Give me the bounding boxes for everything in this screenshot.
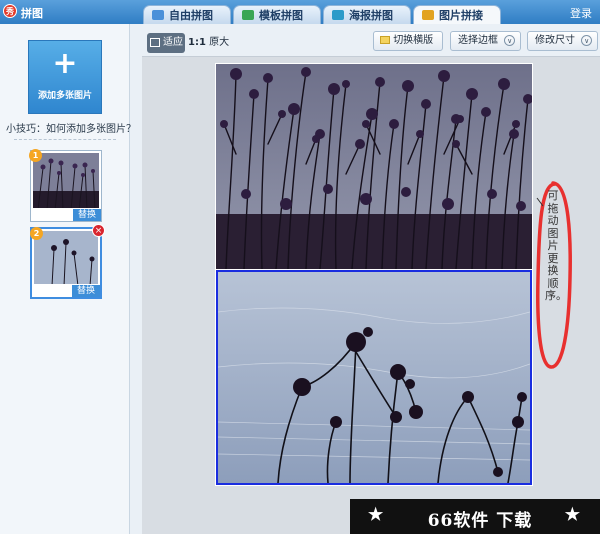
app-logo-icon: 秀 — [3, 4, 17, 18]
remove-icon[interactable]: × — [92, 224, 105, 237]
star-icon: ★ — [368, 505, 384, 525]
thumbnail-2[interactable]: 2 × 替换 — [30, 224, 105, 299]
star-icon: ★ — [564, 505, 580, 525]
title-bar: 秀 拼图 自由拼图 模板拼图 海报拼图 图片拼接 登录 — [0, 0, 600, 25]
thumbnail-badge: 2 — [30, 227, 43, 240]
tab-template-collage[interactable]: 模板拼图 — [233, 5, 321, 24]
thumbnail-badge: 1 — [29, 149, 42, 162]
drag-hint-annotation: 可拖动图片更换顺序。 — [545, 189, 567, 302]
actual-size-label: 原大 — [209, 37, 230, 48]
fit-icon — [150, 38, 160, 47]
watermark-text: 66软件 下载 — [427, 511, 533, 531]
template-collage-icon — [242, 10, 254, 20]
tab-label: 模板拼图 — [259, 9, 303, 22]
fit-label: 适应 — [163, 37, 183, 48]
orientation-icon — [380, 36, 390, 44]
image-stitch-icon — [422, 10, 434, 20]
fit-button[interactable]: 适应 — [147, 33, 185, 53]
app-title: 拼图 — [21, 7, 43, 20]
tab-poster-collage[interactable]: 海报拼图 — [323, 5, 411, 24]
poster-collage-icon — [332, 10, 344, 20]
actual-size-button[interactable]: 1:1 原大 — [188, 33, 229, 53]
zoom-controls: 适应 1:1 原大 — [147, 33, 229, 53]
watermark-banner: ★ 66软件 下载 ★ — [350, 499, 600, 534]
thumbnail-1[interactable]: 1 替换 — [29, 149, 102, 222]
resize-button[interactable]: 修改尺寸 ∨ — [527, 31, 598, 51]
add-photos-label: 添加多张图片 — [37, 91, 92, 101]
actual-size-prefix: 1:1 — [188, 37, 206, 48]
workspace: 适应 1:1 原大 切换横版 选择边框 ∨ 修改尺寸 ∨ — [131, 24, 600, 534]
resize-label: 修改尺寸 — [535, 35, 575, 46]
select-border-button[interactable]: 选择边框 ∨ — [450, 31, 521, 51]
collage-photo-1[interactable] — [216, 64, 532, 269]
tab-image-stitch[interactable]: 图片拼接 — [413, 5, 501, 25]
tab-label: 图片拼接 — [439, 9, 483, 22]
select-border-label: 选择边框 — [458, 35, 498, 46]
divider — [14, 139, 116, 140]
collage-photo-2[interactable] — [216, 270, 532, 485]
chevron-down-icon: ∨ — [581, 34, 593, 46]
thumbnail-image — [34, 231, 98, 284]
tab-label: 海报拼图 — [349, 9, 393, 22]
tab-label: 自由拼图 — [169, 9, 213, 22]
replace-button[interactable]: 替换 — [73, 209, 101, 221]
sidebar: + 添加多张图片 小技巧：如何添加多张图片？ 1 替换 2 × 替换 — [0, 24, 136, 534]
switch-orientation-button[interactable]: 切换横版 — [373, 31, 443, 51]
tab-free-collage[interactable]: 自由拼图 — [143, 5, 231, 24]
switch-orientation-label: 切换横版 — [393, 35, 434, 46]
login-link[interactable]: 登录 — [570, 5, 592, 21]
free-collage-icon — [152, 10, 164, 20]
replace-button[interactable]: 替换 — [72, 285, 100, 297]
collage-preview — [215, 63, 533, 486]
add-photos-button[interactable]: + 添加多张图片 — [28, 40, 102, 114]
tip-link[interactable]: 小技巧：如何添加多张图片？ — [6, 120, 136, 135]
plus-icon: + — [52, 46, 78, 81]
thumbnail-image — [33, 153, 99, 208]
chevron-down-icon: ∨ — [504, 34, 516, 46]
